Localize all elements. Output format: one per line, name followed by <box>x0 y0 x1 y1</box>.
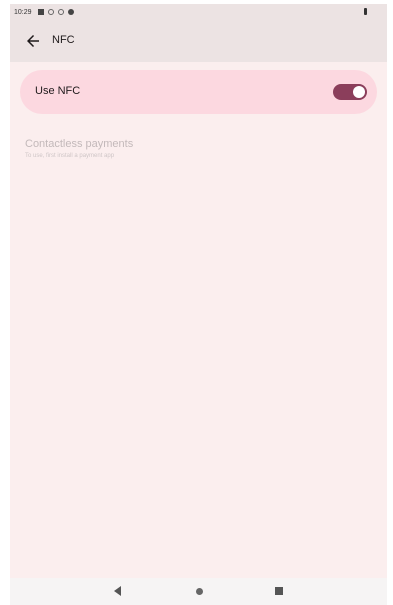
signal-icon <box>57 9 64 15</box>
contactless-payments-title: Contactless payments <box>25 138 134 150</box>
nav-back-icon[interactable] <box>114 586 121 596</box>
status-bar: 10:29 <box>10 4 387 20</box>
battery-icon <box>364 8 367 15</box>
toggle-knob <box>353 86 365 98</box>
notification-icon <box>37 9 44 15</box>
wifi-icon <box>47 9 54 15</box>
device-screen: 10:29 NFC Use NFC Contactless payments T… <box>10 4 387 605</box>
use-nfc-label: Use NFC <box>35 85 81 97</box>
status-time: 10:29 <box>14 8 32 16</box>
use-nfc-toggle[interactable] <box>333 84 367 100</box>
contactless-payments-section: Contactless payments To use, first insta… <box>25 138 133 159</box>
back-arrow-icon[interactable] <box>24 32 42 50</box>
navigation-bar <box>10 578 387 605</box>
page-title: NFC <box>52 34 75 46</box>
nav-home-icon[interactable] <box>196 588 203 595</box>
settings-icon <box>67 9 74 15</box>
use-nfc-row[interactable]: Use NFC <box>20 70 377 114</box>
app-bar: NFC <box>10 20 387 62</box>
contactless-payments-subtitle: To use, first install a payment app <box>25 153 115 159</box>
nav-recents-icon[interactable] <box>275 587 283 595</box>
